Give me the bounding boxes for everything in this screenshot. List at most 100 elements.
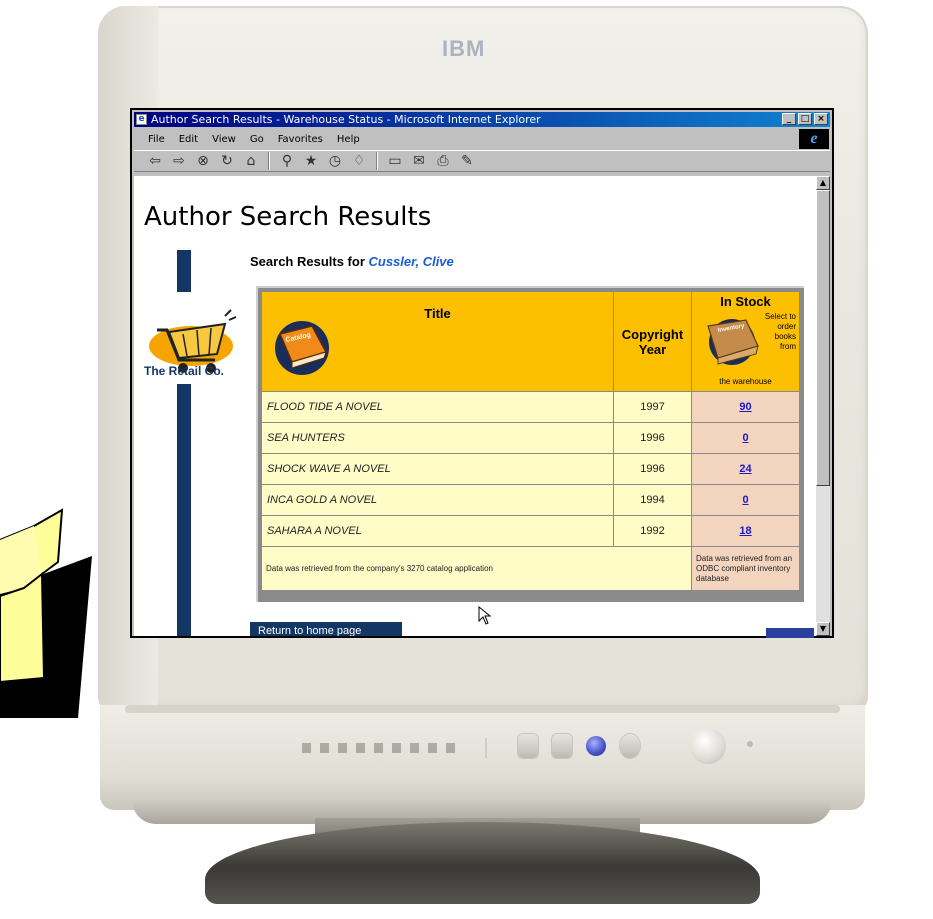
- ie-throbber-icon: e: [799, 129, 829, 149]
- stock-link[interactable]: 18: [739, 525, 751, 537]
- copyright-year: 1996: [613, 453, 692, 485]
- menu-view[interactable]: View: [212, 134, 236, 145]
- results-table: Title Catalog Copyright Year In Stock In…: [261, 291, 800, 591]
- channels-icon[interactable]: ♢: [348, 152, 370, 170]
- table-row: INCA GOLD A NOVEL 1994 0: [261, 484, 800, 516]
- nav-stripe: [177, 384, 191, 636]
- results-table-frame: Title Catalog Copyright Year In Stock In…: [256, 286, 804, 602]
- stock-cell: 90: [691, 391, 800, 423]
- edit-icon[interactable]: ✎: [456, 152, 478, 170]
- print-icon[interactable]: ⎙: [432, 152, 454, 170]
- vertical-scrollbar[interactable]: ▲ ▼: [816, 176, 830, 636]
- stock-cell: 0: [691, 484, 800, 516]
- menu-go[interactable]: Go: [250, 134, 264, 145]
- speaker-vent: [302, 743, 462, 753]
- back-icon[interactable]: ⇦: [144, 152, 166, 170]
- scroll-down-arrow-icon[interactable]: ▼: [816, 622, 830, 636]
- monitor-control-button[interactable]: [552, 734, 572, 758]
- book-title: INCA GOLD A NOVEL: [261, 484, 614, 516]
- forward-icon[interactable]: ⇨: [168, 152, 190, 170]
- stock-cell: 0: [691, 422, 800, 454]
- menu-help[interactable]: Help: [337, 134, 360, 145]
- callout-flag-icon: [0, 508, 92, 718]
- stock-instructions-end: the warehouse: [719, 377, 772, 386]
- page-content: Author Search Results The Retail Co. Sea…: [134, 176, 816, 636]
- scroll-thumb[interactable]: [816, 190, 830, 486]
- standard-toolbar: ⇦ ⇨ ⊗ ↻ ⌂ ⚲ ★ ◷ ♢ ▭ ✉ ⎙ ✎: [134, 150, 830, 172]
- stock-instructions: Select to order books from: [764, 312, 796, 351]
- fullscreen-icon[interactable]: ▭: [384, 152, 406, 170]
- maximize-button[interactable]: □: [798, 113, 812, 125]
- subhead-prefix: Search Results for: [250, 254, 365, 269]
- inventory-source-note: Data was retrieved from an ODBC complian…: [691, 546, 800, 591]
- table-row: FLOOD TIDE A NOVEL 1997 90: [261, 391, 800, 423]
- power-indicator-icon: [747, 741, 753, 747]
- stock-link[interactable]: 0: [742, 494, 748, 506]
- header-title-label: Title: [424, 306, 451, 321]
- company-logo-text: The Retail Co.: [144, 364, 225, 378]
- stock-link[interactable]: 0: [742, 432, 748, 444]
- book-title: FLOOD TIDE A NOVEL: [261, 391, 614, 423]
- scroll-up-arrow-icon[interactable]: ▲: [816, 176, 830, 190]
- menu-favorites[interactable]: Favorites: [278, 134, 323, 145]
- return-home-button[interactable]: Return to home page: [250, 622, 402, 636]
- toolbar-separator: [268, 152, 270, 170]
- copyright-year: 1992: [613, 515, 692, 547]
- monitor-chin: [100, 705, 865, 810]
- table-header-row: Title Catalog Copyright Year In Stock In…: [261, 291, 800, 392]
- menu-file[interactable]: File: [148, 134, 165, 145]
- stock-cell: 24: [691, 453, 800, 485]
- header-stock: In Stock Inventory Select to order books…: [691, 291, 800, 392]
- minimize-button[interactable]: _: [782, 113, 796, 125]
- monitor-chin-edge: [125, 705, 840, 713]
- menu-bar: File Edit View Go Favorites Help: [134, 130, 830, 148]
- inventory-box-icon: Inventory: [707, 319, 759, 365]
- window-titlebar[interactable]: e Author Search Results - Warehouse Stat…: [134, 112, 830, 127]
- monitor-stand: [205, 822, 760, 904]
- window-title: Author Search Results - Warehouse Status…: [151, 113, 541, 126]
- catalog-book-icon: Catalog: [275, 321, 329, 375]
- table-row: SHOCK WAVE A NOVEL 1996 24: [261, 453, 800, 485]
- favorites-icon[interactable]: ★: [300, 152, 322, 170]
- results-subheading: Search Results for Cussler, Clive: [250, 254, 454, 269]
- control-divider: [485, 738, 487, 758]
- book-title: SHOCK WAVE A NOVEL: [261, 453, 614, 485]
- stop-icon[interactable]: ⊗: [192, 152, 214, 170]
- search-icon[interactable]: ⚲: [276, 152, 298, 170]
- book-title: SAHARA A NOVEL: [261, 515, 614, 547]
- book-title: SEA HUNTERS: [261, 422, 614, 454]
- nav-stripe: [177, 250, 191, 292]
- monitor-control-button[interactable]: [620, 734, 640, 758]
- refresh-icon[interactable]: ↻: [216, 152, 238, 170]
- table-footer-row: Data was retrieved from the company's 32…: [261, 546, 800, 591]
- copyright-year: 1996: [613, 422, 692, 454]
- mail-icon[interactable]: ✉: [408, 152, 430, 170]
- history-icon[interactable]: ◷: [324, 152, 346, 170]
- mouse-cursor-icon: [478, 606, 492, 625]
- table-row: SAHARA A NOVEL 1992 18: [261, 515, 800, 547]
- monitor-control-button[interactable]: [518, 734, 538, 758]
- ie-app-icon: e: [136, 114, 147, 125]
- home-icon[interactable]: ⌂: [240, 152, 262, 170]
- stock-link[interactable]: 24: [739, 463, 751, 475]
- author-name: Cussler, Clive: [368, 254, 454, 269]
- copyright-year: 1994: [613, 484, 692, 516]
- copyright-year: 1997: [613, 391, 692, 423]
- stock-link[interactable]: 90: [739, 401, 751, 413]
- catalog-source-note: Data was retrieved from the company's 32…: [261, 546, 692, 591]
- toolbar-separator: [376, 152, 378, 170]
- browser-window: e Author Search Results - Warehouse Stat…: [132, 110, 832, 636]
- table-row: SEA HUNTERS 1996 0: [261, 422, 800, 454]
- taskbar-item[interactable]: [766, 628, 814, 638]
- power-button[interactable]: [690, 728, 726, 764]
- header-year: Copyright Year: [613, 291, 692, 392]
- power-led-icon: [586, 736, 606, 756]
- scene: IBM e Author Search Results - Warehouse …: [0, 0, 933, 919]
- header-stock-label: In Stock: [720, 294, 771, 309]
- header-title: Title Catalog: [261, 291, 614, 392]
- page-title: Author Search Results: [144, 202, 432, 232]
- close-button[interactable]: ×: [814, 113, 828, 125]
- menu-edit[interactable]: Edit: [179, 134, 198, 145]
- stock-cell: 18: [691, 515, 800, 547]
- monitor-brand-logo: IBM: [442, 36, 486, 61]
